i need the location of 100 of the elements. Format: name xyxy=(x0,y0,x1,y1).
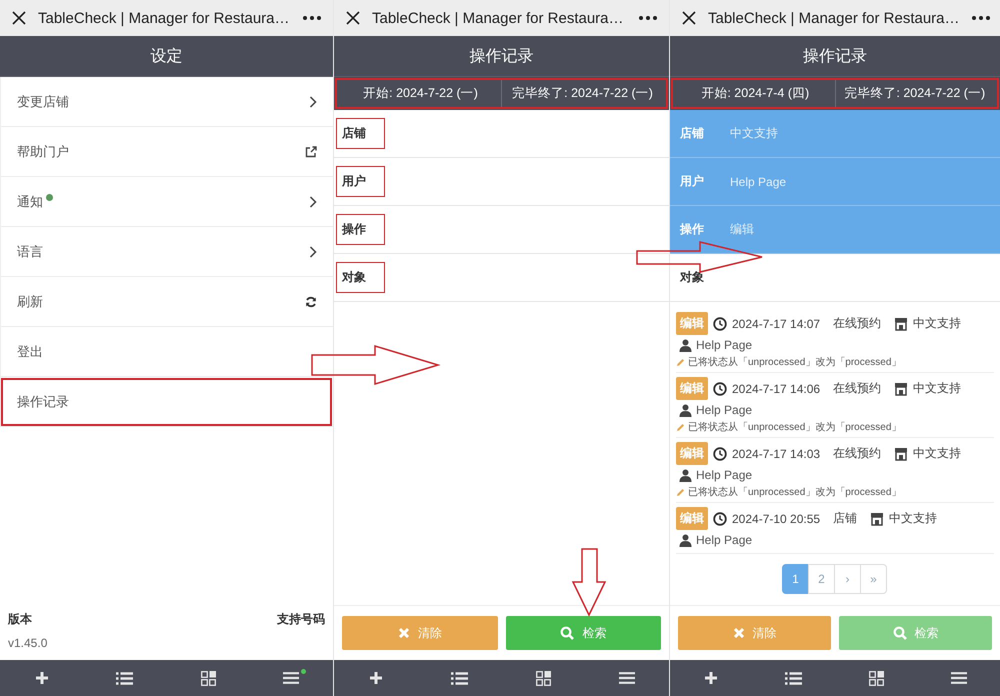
more-icon xyxy=(303,16,321,20)
pencil-icon xyxy=(676,358,685,366)
menu-item[interactable]: 通知 xyxy=(0,177,333,227)
filter-label: 对象 xyxy=(678,269,705,286)
menu-label: 通知 xyxy=(17,192,309,210)
menu-icon xyxy=(619,672,636,684)
version-text: v1.45.0 xyxy=(8,636,48,650)
log-store: 中文支持 xyxy=(913,445,962,462)
grid-icon xyxy=(868,670,884,686)
filter-row[interactable]: 对象 xyxy=(670,254,1000,302)
more-icon xyxy=(972,16,990,20)
filter-label: 对象 xyxy=(336,262,385,293)
grid-icon xyxy=(200,670,216,686)
log-note: 已将状态从「unprocessed」改为「processed」 xyxy=(688,420,902,434)
log-time: 2024-7-17 14:03 xyxy=(732,446,820,460)
store-icon xyxy=(894,382,908,396)
search-icon xyxy=(892,626,906,640)
menu-label: 登出 xyxy=(17,342,44,360)
filter-row[interactable]: 对象 xyxy=(334,254,669,302)
filter-label: 用户 xyxy=(336,166,385,197)
pencil-icon xyxy=(676,488,685,496)
more-button[interactable] xyxy=(970,14,992,22)
filter-label: 店铺 xyxy=(336,118,385,149)
user-icon xyxy=(679,534,692,546)
screen-title: 设定 xyxy=(0,36,333,77)
page-title: TableCheck | Manager for Restaura… xyxy=(708,10,960,26)
list-icon xyxy=(116,672,134,684)
clock-icon xyxy=(713,446,727,460)
menu-label: 语言 xyxy=(17,242,44,260)
log-time: 2024-7-17 14:07 xyxy=(732,316,820,330)
close-icon xyxy=(346,11,360,25)
store-icon xyxy=(894,446,908,460)
start-date-button[interactable]: 开始: 2024-7-4 (四) xyxy=(676,79,836,108)
menu-label: 变更店铺 xyxy=(17,92,70,110)
menu-item[interactable]: 刷新 xyxy=(0,277,333,327)
filter-row[interactable]: 用户 xyxy=(334,158,669,206)
more-icon xyxy=(639,16,657,20)
log-store: 中文支持 xyxy=(889,510,938,527)
end-date-button[interactable]: 完毕终了: 2024-7-22 (一) xyxy=(502,79,663,108)
screen-title: 操作记录 xyxy=(334,36,669,77)
action-badge: 编辑 xyxy=(676,312,708,335)
log-note: 已将状态从「unprocessed」改为「processed」 xyxy=(688,356,902,369)
close-icon xyxy=(12,11,26,25)
menu-label: 帮助门户 xyxy=(17,142,70,160)
log-note: 已将状态从「unprocessed」改为「processed」 xyxy=(688,486,902,499)
menu-icon xyxy=(283,672,300,684)
start-date-button[interactable]: 开始: 2024-7-22 (一) xyxy=(340,79,502,108)
close-button[interactable] xyxy=(344,9,362,27)
menu-item[interactable]: 语言 xyxy=(0,227,333,277)
clock-icon xyxy=(713,382,727,396)
log-type: 在线预约 xyxy=(833,380,882,397)
search-icon xyxy=(560,626,574,640)
list-icon xyxy=(451,672,468,684)
store-icon xyxy=(894,316,908,330)
user-icon xyxy=(679,404,692,416)
more-button[interactable] xyxy=(301,14,323,22)
log-time: 2024-7-17 14:06 xyxy=(732,382,820,396)
log-store: 中文支持 xyxy=(913,380,962,397)
log-type: 在线预约 xyxy=(833,315,882,332)
log-type: 在线预约 xyxy=(833,445,882,462)
log-user: Help Page xyxy=(696,338,752,352)
menu-label: 操作记录 xyxy=(17,392,70,410)
filter-label: 店铺 xyxy=(679,125,705,142)
menu-item[interactable]: 帮助门户 xyxy=(0,127,333,177)
filter-label: 用户 xyxy=(679,173,705,190)
user-icon xyxy=(679,468,692,482)
screen-title: 操作记录 xyxy=(670,36,1000,77)
chevron-right-icon xyxy=(309,96,317,108)
pencil-icon xyxy=(676,422,685,432)
grid-icon xyxy=(536,670,551,686)
close-button[interactable] xyxy=(10,9,28,27)
log-user: Help Page xyxy=(696,533,752,547)
notification-dot xyxy=(301,669,306,674)
menu-item[interactable]: 操作记录 xyxy=(0,377,333,427)
action-badge: 编辑 xyxy=(676,507,708,530)
menu-item[interactable]: 登出 xyxy=(0,327,333,377)
page-title: TableCheck | Manager for Restaura… xyxy=(372,10,625,26)
store-icon xyxy=(870,512,884,526)
close-button[interactable] xyxy=(680,9,698,27)
filter-row[interactable]: 店铺 xyxy=(334,110,669,158)
chevron-right-icon xyxy=(309,196,317,208)
menu-icon xyxy=(950,672,967,684)
filter-row[interactable]: 操作 xyxy=(334,206,669,254)
filter-label: 操作 xyxy=(678,221,705,238)
version-label: 版本 xyxy=(8,611,33,628)
external-link-icon xyxy=(305,146,317,158)
log-user: Help Page xyxy=(696,403,752,417)
menu-label: 刷新 xyxy=(17,292,44,310)
close-icon xyxy=(732,627,744,639)
refresh-icon xyxy=(305,296,317,308)
filter-value: Help Page xyxy=(730,174,786,188)
log-type: 店铺 xyxy=(833,510,858,527)
close-icon xyxy=(398,627,410,639)
filter-value: 中文支持 xyxy=(730,125,778,142)
filter-label: 操作 xyxy=(336,214,385,245)
page-title: TableCheck | Manager for Restaura… xyxy=(38,10,291,26)
more-button[interactable] xyxy=(637,14,659,22)
end-date-button[interactable]: 完毕终了: 2024-7-22 (一) xyxy=(836,79,994,108)
plus-icon xyxy=(34,671,49,685)
menu-item[interactable]: 变更店铺 xyxy=(0,77,333,127)
